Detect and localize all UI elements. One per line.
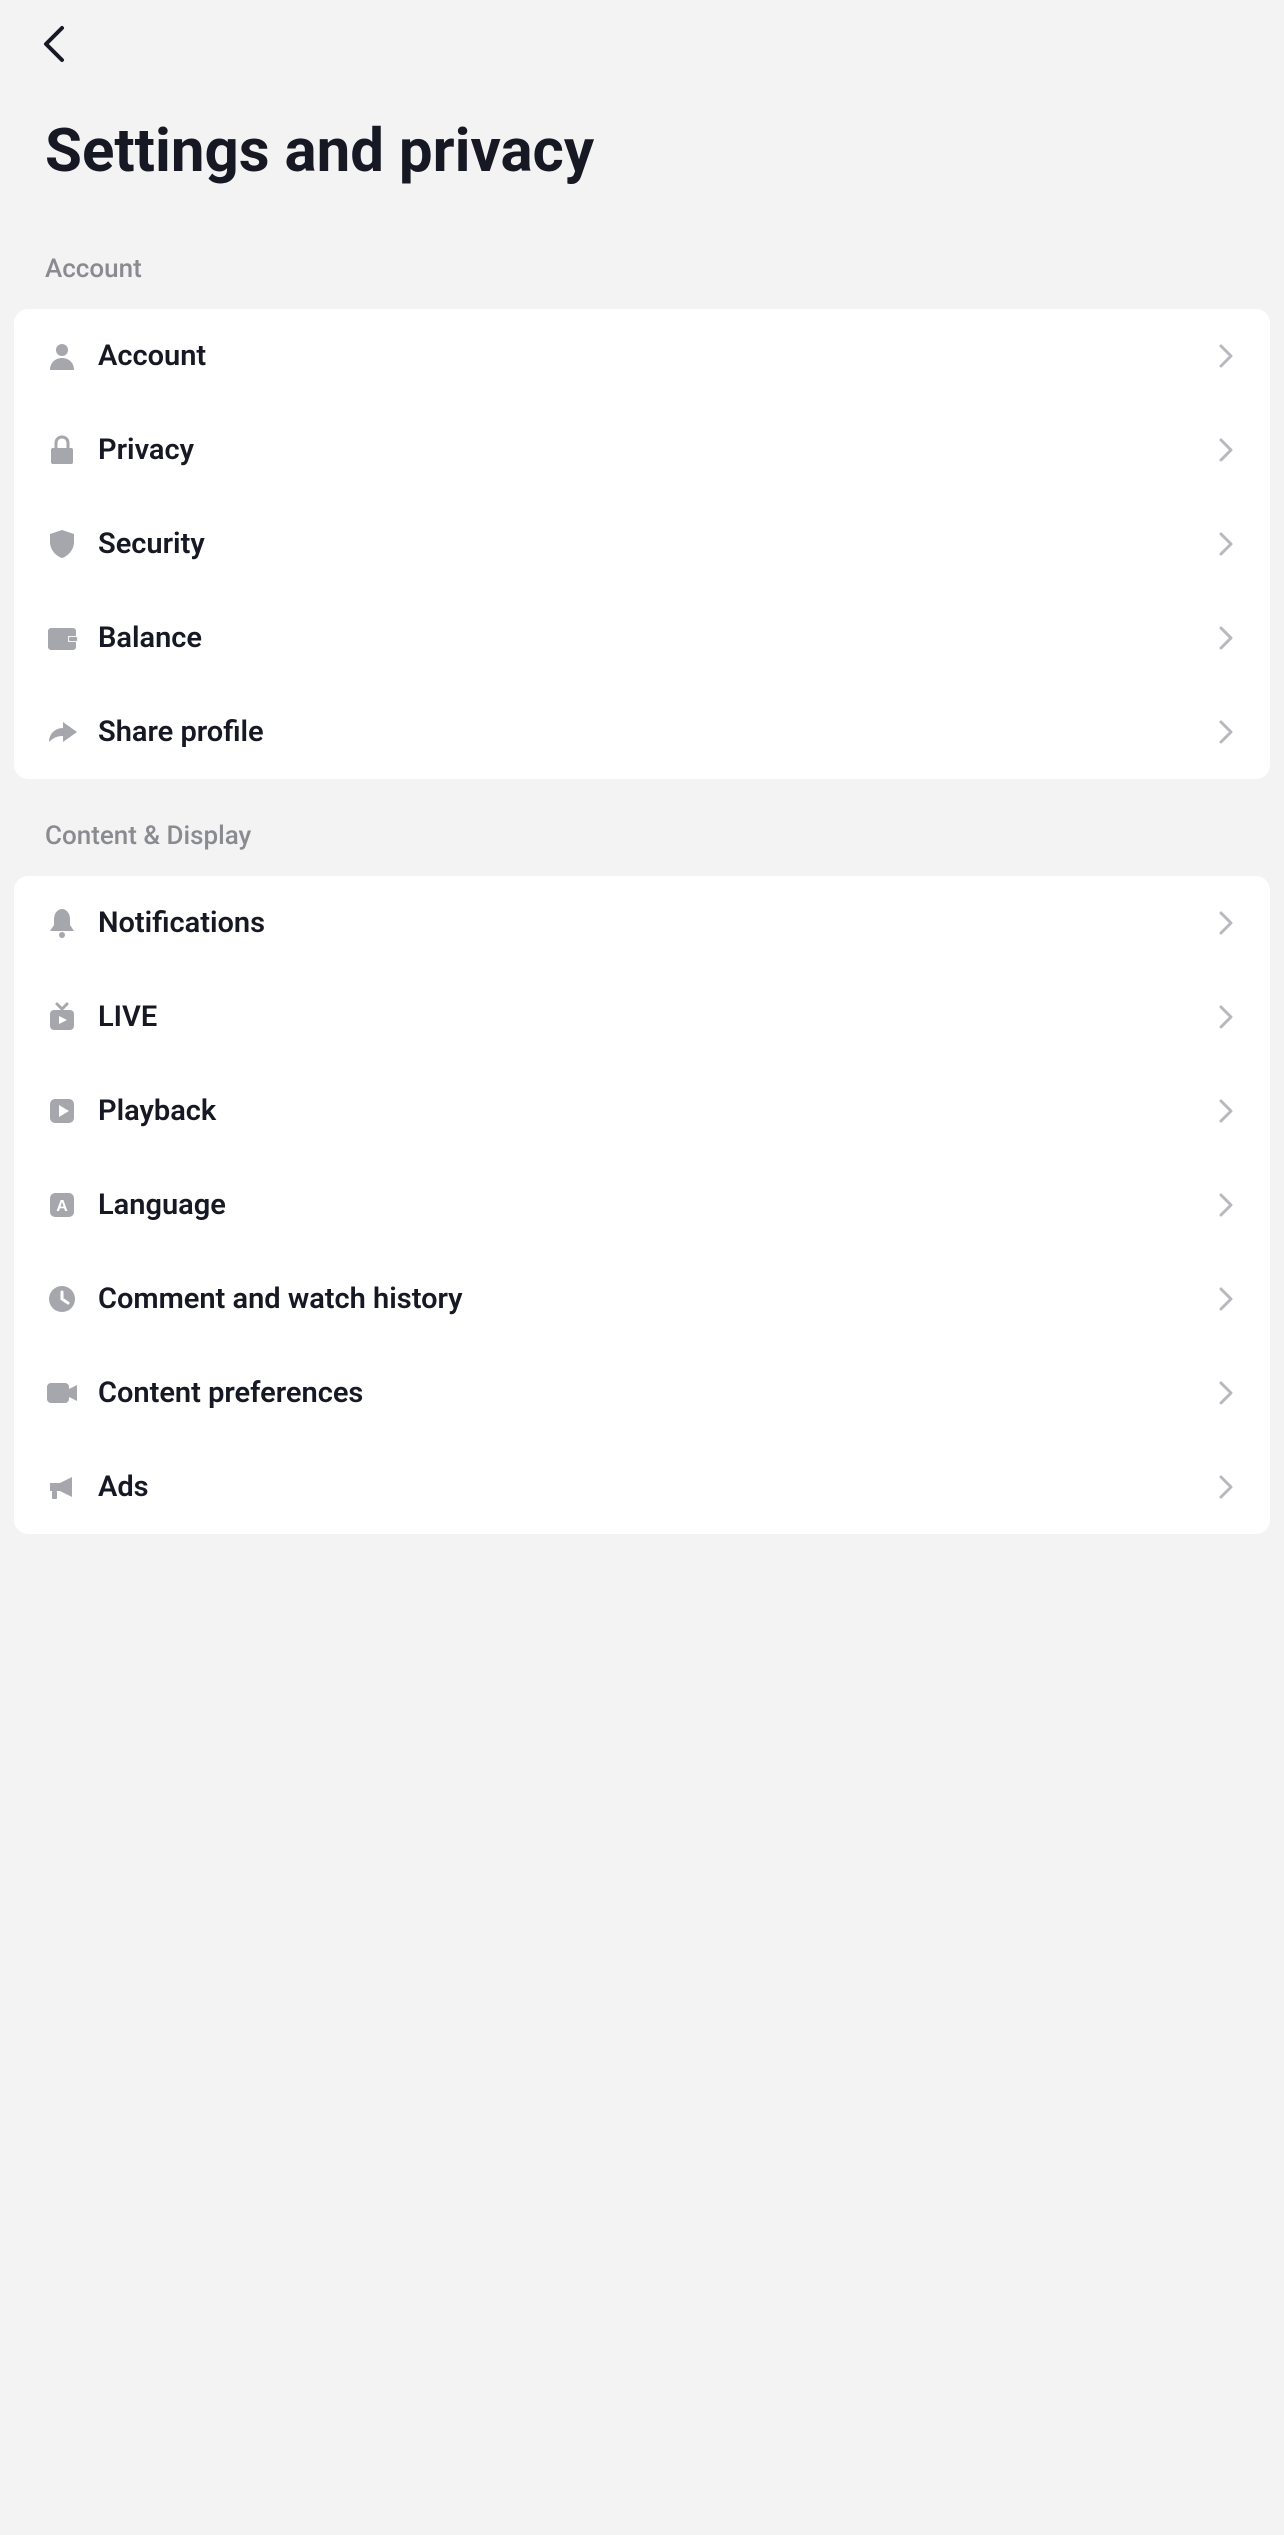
chevron-right-icon [1212, 342, 1240, 370]
row-notifications[interactable]: Notifications [14, 876, 1270, 970]
row-label: Account [98, 339, 1212, 373]
chevron-right-icon [1212, 436, 1240, 464]
lock-icon [44, 432, 80, 468]
bell-icon [44, 905, 80, 941]
row-label: Comment and watch history [98, 1282, 1212, 1316]
language-icon: A [44, 1187, 80, 1223]
shield-icon [44, 526, 80, 562]
row-privacy[interactable]: Privacy [14, 403, 1270, 497]
row-account[interactable]: Account [14, 309, 1270, 403]
section-header-account: Account [0, 236, 1284, 309]
section-card-account: Account Privacy Security [14, 309, 1270, 779]
row-label: Privacy [98, 433, 1212, 467]
row-balance[interactable]: Balance [14, 591, 1270, 685]
section-card-content-display: Notifications LIVE Playback [14, 876, 1270, 1534]
page-title: Settings and privacy [0, 65, 1284, 236]
svg-text:A: A [56, 1198, 68, 1215]
play-icon [44, 1093, 80, 1129]
chevron-right-icon [1212, 1285, 1240, 1313]
back-button[interactable] [40, 25, 80, 65]
row-comment-watch-history[interactable]: Comment and watch history [14, 1252, 1270, 1346]
row-label: Share profile [98, 715, 1212, 749]
section-header-content-display: Content & Display [0, 779, 1284, 876]
chevron-right-icon [1212, 530, 1240, 558]
chevron-right-icon [1212, 718, 1240, 746]
chevron-right-icon [1212, 1003, 1240, 1031]
row-share-profile[interactable]: Share profile [14, 685, 1270, 779]
row-playback[interactable]: Playback [14, 1064, 1270, 1158]
chevron-right-icon [1212, 624, 1240, 652]
chevron-right-icon [1212, 1473, 1240, 1501]
chevron-right-icon [1212, 1191, 1240, 1219]
megaphone-icon [44, 1469, 80, 1505]
back-icon [40, 24, 68, 67]
row-label: Playback [98, 1094, 1212, 1128]
row-live[interactable]: LIVE [14, 970, 1270, 1064]
row-label: Notifications [98, 906, 1212, 940]
chevron-right-icon [1212, 1097, 1240, 1125]
row-label: Balance [98, 621, 1212, 655]
camera-icon [44, 1375, 80, 1411]
row-language[interactable]: A Language [14, 1158, 1270, 1252]
row-label: LIVE [98, 1000, 1212, 1034]
chevron-right-icon [1212, 909, 1240, 937]
row-label: Language [98, 1188, 1212, 1222]
user-icon [44, 338, 80, 374]
row-label: Ads [98, 1470, 1212, 1504]
row-label: Security [98, 527, 1212, 561]
row-security[interactable]: Security [14, 497, 1270, 591]
wallet-icon [44, 620, 80, 656]
chevron-right-icon [1212, 1379, 1240, 1407]
row-label: Content preferences [98, 1376, 1212, 1410]
live-icon [44, 999, 80, 1035]
row-ads[interactable]: Ads [14, 1440, 1270, 1534]
row-content-preferences[interactable]: Content preferences [14, 1346, 1270, 1440]
share-icon [44, 714, 80, 750]
clock-icon [44, 1281, 80, 1317]
